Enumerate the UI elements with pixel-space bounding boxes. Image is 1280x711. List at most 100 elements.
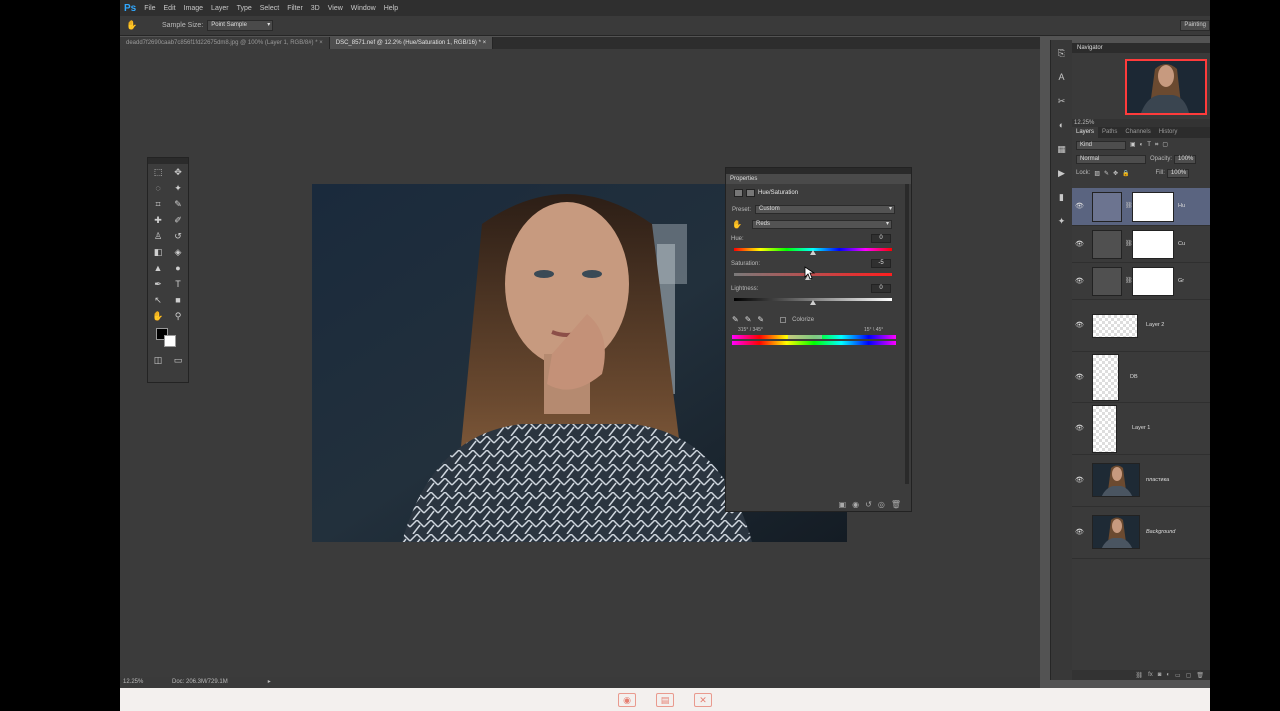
fill-input[interactable]: 100%	[1166, 168, 1189, 178]
eyedropper-tool-icon[interactable]: ✎	[171, 199, 185, 210]
status-menu-arrow-icon[interactable]: ▸	[268, 677, 271, 688]
close-icon[interactable]: ×	[319, 40, 323, 46]
adjustments-icon[interactable]: ◐	[1055, 118, 1069, 132]
navigator-zoom[interactable]: 12.25%	[1072, 119, 1210, 127]
saturation-value-input[interactable]: -5	[871, 259, 891, 268]
tab-document-1[interactable]: deadd7f2690caab7c856f1fd22675dm8.jpg @ 1…	[120, 37, 330, 49]
tab-history[interactable]: History	[1155, 127, 1182, 138]
info-panel-icon[interactable]: ▮	[1055, 190, 1069, 204]
tab-paths[interactable]: Paths	[1098, 127, 1121, 138]
link-layers-icon[interactable]: ⛓	[1135, 672, 1143, 679]
menu-3d[interactable]: 3D	[311, 5, 320, 12]
folder-icon[interactable]: ▤	[656, 692, 674, 707]
menu-file[interactable]: File	[144, 5, 155, 12]
quick-mask-icon[interactable]: ◫	[151, 355, 165, 366]
sample-size-select[interactable]: Point Sample	[207, 20, 274, 31]
channel-dropdown[interactable]: Reds	[752, 220, 892, 229]
properties-scrollbar[interactable]	[905, 184, 909, 484]
clone-stamp-icon[interactable]: ♙	[151, 231, 165, 242]
lightness-value-input[interactable]: 0	[871, 284, 891, 293]
visibility-eye-icon[interactable]: 👁	[1075, 277, 1084, 285]
history-brush-icon[interactable]: ↺	[171, 231, 185, 242]
eyedropper-plus-icon[interactable]: ✎	[745, 315, 752, 324]
tools-preset-icon[interactable]: ✂	[1055, 94, 1069, 108]
actions-play-icon[interactable]: ▶	[1055, 166, 1069, 180]
zoom-tool-icon[interactable]: ⚲	[171, 311, 185, 322]
layer-row[interactable]: 👁 пластика	[1072, 455, 1210, 507]
brush-panel-icon[interactable]: ▦	[1055, 142, 1069, 156]
targeted-adjustment-icon[interactable]: ✋	[732, 220, 746, 229]
navigator-preview[interactable]	[1125, 59, 1207, 115]
layer-style-icon[interactable]: fx	[1148, 672, 1153, 678]
workspace-switcher[interactable]: Painting	[1180, 20, 1210, 31]
magic-wand-icon[interactable]: ✦	[171, 183, 185, 194]
crop-tool-icon[interactable]: ⌗	[151, 199, 165, 210]
lock-icons[interactable]: ▨✎✥🔒	[1094, 170, 1133, 177]
kind-filter-dropdown[interactable]: Kind	[1076, 140, 1126, 150]
blend-mode-dropdown[interactable]: Normal	[1076, 154, 1146, 164]
eyedropper-minus-icon[interactable]: ✎	[757, 315, 764, 324]
layer-row[interactable]: 👁 ⛓ Gr	[1072, 263, 1210, 300]
range-selector[interactable]	[788, 335, 822, 339]
view-previous-icon[interactable]: ◉	[852, 500, 859, 509]
eyedropper-icon[interactable]: ✎	[732, 315, 739, 324]
visibility-eye-icon[interactable]: 👁	[1075, 240, 1084, 248]
layer-row[interactable]: 👁 DB	[1072, 352, 1210, 403]
layer-mask-thumbnail[interactable]	[1132, 192, 1174, 222]
puppet-icon[interactable]: ✦	[1055, 214, 1069, 228]
layer-row[interactable]: 👁 Background	[1072, 507, 1210, 559]
visibility-eye-icon[interactable]: 👁	[1075, 476, 1084, 484]
healing-brush-icon[interactable]: ✚	[151, 215, 165, 226]
character-panel-icon[interactable]: A	[1055, 70, 1069, 84]
layer-mask-thumbnail[interactable]	[1132, 230, 1174, 259]
hue-value-input[interactable]: 0	[871, 234, 891, 243]
delete-layer-icon[interactable]: 🗑	[1196, 672, 1204, 679]
visibility-eye-icon[interactable]: 👁	[1075, 202, 1084, 210]
hue-slider-thumb[interactable]	[810, 250, 816, 255]
path-selection-icon[interactable]: ↖	[151, 295, 165, 306]
hand-tool-icon[interactable]: ✋	[151, 311, 165, 322]
tab-layers[interactable]: Layers	[1072, 127, 1099, 138]
visibility-eye-icon[interactable]: 👁	[1075, 373, 1084, 381]
layer-row[interactable]: 👁 Layer 1	[1072, 403, 1210, 455]
menu-filter[interactable]: Filter	[287, 5, 303, 12]
marquee-tool-icon[interactable]: ⬚	[151, 167, 165, 178]
visibility-eye-icon[interactable]: 👁	[1075, 528, 1084, 536]
lightness-slider-thumb[interactable]	[810, 300, 816, 305]
rectangle-tool-icon[interactable]: ■	[171, 295, 185, 305]
navigator-tab[interactable]: Navigator	[1072, 43, 1210, 53]
status-zoom[interactable]: 12.25%	[120, 677, 160, 688]
visibility-eye-icon[interactable]: 👁	[1075, 321, 1084, 329]
add-mask-icon[interactable]: ◙	[1158, 672, 1162, 678]
lasso-tool-icon[interactable]: ◌	[151, 183, 165, 193]
paint-bucket-icon[interactable]: ◈	[171, 247, 185, 258]
layer-row[interactable]: 👁 Layer 2	[1072, 300, 1210, 352]
pen-tool-icon[interactable]: ✒	[151, 279, 165, 290]
tab-document-2[interactable]: DSC_8571.nef @ 12.2% (Hue/Saturation 1, …	[329, 37, 494, 49]
menu-select[interactable]: Select	[260, 5, 279, 12]
hand-tool-icon[interactable]: ✋	[120, 18, 144, 34]
camera-icon[interactable]: ◉	[618, 692, 636, 707]
menu-edit[interactable]: Edit	[164, 5, 176, 12]
close-icon[interactable]: ×	[483, 40, 487, 46]
visibility-icon[interactable]: ◎	[878, 500, 885, 509]
blur-tool-icon[interactable]: ▲	[151, 263, 165, 273]
type-tool-icon[interactable]: T	[171, 279, 185, 289]
document-canvas[interactable]: ⬚ ✥ ◌ ✦ ⌗ ✎ ✚ ✐ ♙ ↺ ◧ ◈ ▲ ● ✒ T ↖ ■ ✋ ⚲ ◫ ▭	[120, 49, 1040, 677]
clip-to-layer-icon[interactable]: ▣	[839, 500, 847, 509]
layer-mask-thumbnail[interactable]	[1132, 267, 1174, 296]
eraser-tool-icon[interactable]: ◧	[151, 247, 165, 258]
screen-mode-icon[interactable]: ▭	[171, 355, 185, 366]
tab-channels[interactable]: Channels	[1121, 127, 1154, 138]
background-color-swatch[interactable]	[164, 335, 176, 347]
menu-layer[interactable]: Layer	[211, 5, 229, 12]
dodge-tool-icon[interactable]: ●	[171, 263, 185, 273]
menu-help[interactable]: Help	[384, 5, 398, 12]
properties-panel-header[interactable]	[726, 168, 911, 174]
new-group-icon[interactable]: ▭	[1175, 672, 1181, 679]
preset-dropdown[interactable]: Custom	[755, 205, 896, 214]
move-tool-icon[interactable]: ✥	[171, 167, 185, 178]
mask-icon[interactable]	[746, 189, 755, 197]
opacity-input[interactable]: 100%	[1174, 154, 1197, 164]
history-panel-icon[interactable]: ⎘	[1055, 46, 1069, 60]
